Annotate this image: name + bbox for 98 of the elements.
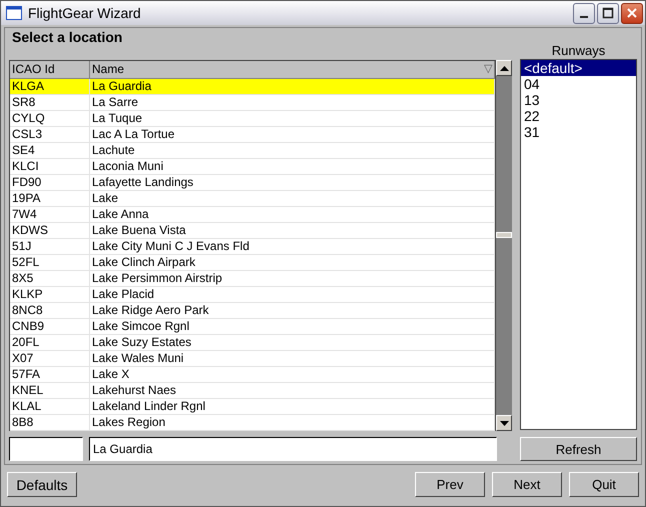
table-cell: CNB9 [10,319,90,334]
window-icon [6,6,22,20]
table-cell: Lake Placid [90,287,495,302]
close-icon [626,7,638,19]
maximize-icon [602,7,614,19]
table-cell: La Tuque [90,111,495,126]
scrollbar[interactable] [496,60,512,431]
table-cell: Lake Suzy Estates [90,335,495,350]
scroll-down-button[interactable] [496,415,512,431]
table-cell: Lake X [90,367,495,382]
table-cell: Lake Anna [90,207,495,222]
table-cell: 51J [10,239,90,254]
table-cell: 20FL [10,335,90,350]
nav-button[interactable]: Quit [569,472,639,497]
table-cell: FD90 [10,175,90,190]
table-cell: X07 [10,351,90,366]
runway-item[interactable]: 31 [521,124,636,140]
table-row[interactable]: SR8 La Sarre [10,95,495,111]
table-row[interactable]: 19PA Lake [10,191,495,207]
table-cell: Lake Persimmon Airstrip [90,271,495,286]
column-header[interactable]: ICAO Id [10,61,90,78]
table-cell: Lake Buena Vista [90,223,495,238]
table-row[interactable]: 20FL Lake Suzy Estates [10,335,495,351]
window-title: FlightGear Wizard [28,5,141,21]
table-row[interactable]: CSL3 Lac A La Tortue [10,127,495,143]
table-row[interactable]: 8NC8 Lake Ridge Aero Park [10,303,495,319]
table-row[interactable]: SE4 Lachute [10,143,495,159]
table-row[interactable]: 51J Lake City Muni C J Evans Fld [10,239,495,255]
table-cell: 57FA [10,367,90,382]
table-row[interactable]: KLAL Lakeland Linder Rgnl [10,399,495,415]
table-row[interactable]: X07 Lake Wales Muni [10,351,495,367]
table-cell: KLCI [10,159,90,174]
table-row[interactable]: KNEL Lakehurst Naes [10,383,495,399]
section-heading: Select a location [11,28,124,47]
down-arrow-icon [500,420,508,426]
table-cell: 19PA [10,191,90,206]
table-cell: CSL3 [10,127,90,142]
sort-indicator: ▽ [484,62,492,77]
table-cell: Lake Ridge Aero Park [90,303,495,318]
table-cell: Lake Simcoe Rgnl [90,319,495,334]
runway-item[interactable]: 13 [521,92,636,108]
table-cell: La Guardia [90,79,495,94]
table-cell: Lake City Muni C J Evans Fld [90,239,495,254]
minimize-button[interactable] [573,2,595,24]
table-row[interactable]: KLKP Lake Placid [10,287,495,303]
table-row[interactable]: 52FL Lake Clinch Airpark [10,255,495,271]
runway-item[interactable]: <default> [521,60,636,76]
table-row[interactable]: KLGA La Guardia [10,79,495,95]
table-row[interactable]: FD90 Lafayette Landings [10,175,495,191]
table-cell: Lake [90,191,495,206]
table-cell: KDWS [10,223,90,238]
runway-item[interactable]: 22 [521,108,636,124]
nav-button[interactable]: Next [492,472,562,497]
up-arrow-icon [500,66,508,70]
runways-label: Runways [550,43,606,59]
table-row[interactable]: 8X5 Lake Persimmon Airstrip [10,271,495,287]
table-cell: Laconia Muni [90,159,495,174]
table-cell: Lakehurst Naes [90,383,495,398]
table-cell: Lake Wales Muni [90,351,495,366]
table-cell: 52FL [10,255,90,270]
name-field[interactable]: La Guardia [89,437,497,461]
maximize-button[interactable] [597,2,619,24]
table-cell: KNEL [10,383,90,398]
table-row[interactable]: 7W4 Lake Anna [10,207,495,223]
table-cell: Lakes Region [90,415,495,430]
column-header[interactable]: Name ▽ [90,61,495,78]
table-row[interactable]: CNB9 Lake Simcoe Rgnl [10,319,495,335]
table-cell: 8X5 [10,271,90,286]
table-row[interactable]: 57FA Lake X [10,367,495,383]
scroll-up-button[interactable] [496,60,512,76]
table-cell: Lake Clinch Airpark [90,255,495,270]
table-cell: SR8 [10,95,90,110]
table-row[interactable]: 8B8 Lakes Region [10,415,495,431]
table-cell: La Sarre [90,95,495,110]
table-cell: Lac A La Tortue [90,127,495,142]
nav-button[interactable]: Prev [415,472,485,497]
table-cell: CYLQ [10,111,90,126]
table-cell: 8NC8 [10,303,90,318]
table-cell: 7W4 [10,207,90,222]
table-cell: 8B8 [10,415,90,430]
refresh-button[interactable]: Refresh [520,437,637,461]
table-cell: Lakeland Linder Rgnl [90,399,495,414]
defaults-button[interactable]: Defaults [7,472,77,497]
table-cell: Lafayette Landings [90,175,495,190]
close-button[interactable] [621,2,643,24]
scrollbar-thumb[interactable] [496,232,512,238]
table-cell: KLGA [10,79,90,94]
column-header-label: Name [92,62,124,77]
table-cell: KLAL [10,399,90,414]
table-row[interactable]: KDWS Lake Buena Vista [10,223,495,239]
minimize-icon [580,16,588,18]
runway-item[interactable]: 04 [521,76,636,92]
table-cell: KLKP [10,287,90,302]
icao-field[interactable] [9,437,83,461]
table-cell: SE4 [10,143,90,158]
table-cell: Lachute [90,143,495,158]
table-row[interactable]: KLCI Laconia Muni [10,159,495,175]
table-row[interactable]: CYLQ La Tuque [10,111,495,127]
